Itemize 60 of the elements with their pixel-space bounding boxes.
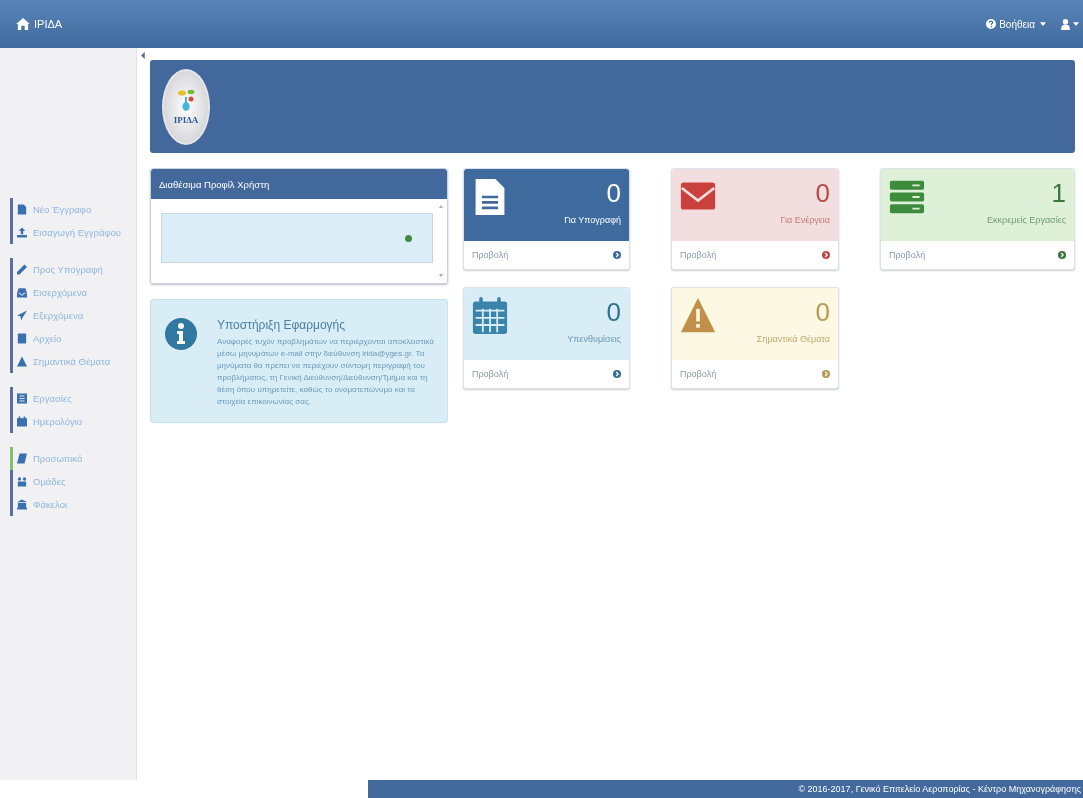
card-label: Για Υπογραφή [564, 215, 621, 225]
warning-icon [17, 356, 27, 367]
count: 0 [815, 177, 830, 209]
logo-text: ΙΡΙΔΑ [173, 114, 199, 125]
sidebar-item[interactable]: Εξερχόμενα [10, 304, 136, 327]
brand-link[interactable]: ΙΡΙΔΑ [34, 18, 63, 30]
file-icon [17, 204, 27, 215]
list-icon [17, 393, 27, 404]
help-icon [986, 19, 997, 29]
view-link[interactable]: Προβολή [464, 360, 629, 388]
count: 1 [1051, 177, 1066, 209]
home-icon[interactable] [16, 18, 30, 30]
count: 0 [606, 296, 621, 328]
count: 0 [815, 296, 830, 328]
inbox-icon [17, 287, 27, 298]
info-icon [165, 318, 197, 350]
card-label: Σημαντικά Θέματα [756, 334, 830, 344]
arrow-circle-icon [613, 370, 621, 378]
bank-icon [17, 499, 27, 510]
send-icon [17, 310, 27, 321]
card-label: Για Ενέργεια [780, 215, 830, 225]
scrollbar[interactable] [437, 203, 445, 279]
calendar-icon [17, 416, 27, 427]
sidebar-item[interactable]: Ημερολόγιο [10, 410, 136, 433]
panel-title: Διαθέσιμα Προφίλ Χρήστη [159, 178, 270, 190]
arrow-circle-icon [822, 251, 830, 259]
collapse-arrow-icon[interactable] [141, 52, 145, 59]
view-link[interactable]: Προβολή [881, 241, 1074, 269]
sidebar-item[interactable]: Προσωπικό [10, 447, 136, 470]
sidebar-item[interactable]: Αρχείο [10, 327, 136, 350]
arrow-circle-icon [822, 370, 830, 378]
count: 0 [606, 177, 621, 209]
card-label: Εκκρεμείς Εργασίες [987, 215, 1066, 225]
sidebar-item[interactable]: Εργασίες [10, 387, 136, 410]
sidebar-item[interactable]: Ομάδες [10, 470, 136, 493]
sidebar-item[interactable]: Εισερχόμενα [10, 281, 136, 304]
drops-icon [176, 88, 196, 113]
sidebar-item[interactable]: Φάκελοι [10, 493, 136, 516]
calendar-icon [472, 296, 508, 336]
support-title: Υποστήριξη Εφαρμογής [217, 318, 347, 332]
view-link[interactable]: Προβολή [672, 360, 838, 388]
sidebar-item[interactable]: Σημαντικά Θέματα [10, 350, 136, 373]
sidebar-item[interactable]: Εισαγωγή Εγγράφου [10, 221, 136, 244]
caret-icon [1040, 22, 1046, 26]
view-link[interactable]: Προβολή [464, 241, 629, 269]
pencil-icon [17, 264, 27, 275]
copyright-text: © 2016-2017, Γενικό Επιτελείο Αεροπορίας - Κέντρο Μηχανογράφησης [798, 784, 1081, 794]
sidebar-item[interactable]: Νέο Έγγραφο [10, 198, 136, 221]
user-menu-icon[interactable] [1061, 18, 1070, 30]
users-icon [17, 476, 27, 487]
support-message: Αναφορές τυχόν προβλημάτων να περιέρχονται αποκλειστικά μέσω μηνυμάτων e-mail στην διεύθυνση irida@yges.gr. Τα μηνύματα θα πρέπει να περιέχουν σύντομη περιγραφή του προβλήματος, τη Γενική Διεύθυνση/Διεύθυνση/Τμήμα και τη θέση όπου υπηρετείτε, καθώς το ονοματεπώνυμο και τα στοιχεία επικοινωνίας σας. [217, 336, 435, 408]
view-link[interactable]: Προβολή [672, 241, 838, 269]
help-menu[interactable]: Βοήθεια [999, 18, 1035, 30]
arrow-circle-icon [1058, 251, 1066, 259]
sidebar-item[interactable]: Προς Υπογραφή [10, 258, 136, 281]
arrow-circle-icon [613, 251, 621, 259]
card-label: Υπενθυμίσεις [567, 334, 621, 344]
box-icon [17, 333, 27, 344]
caret-icon [1073, 22, 1079, 26]
upload-icon [17, 227, 27, 238]
